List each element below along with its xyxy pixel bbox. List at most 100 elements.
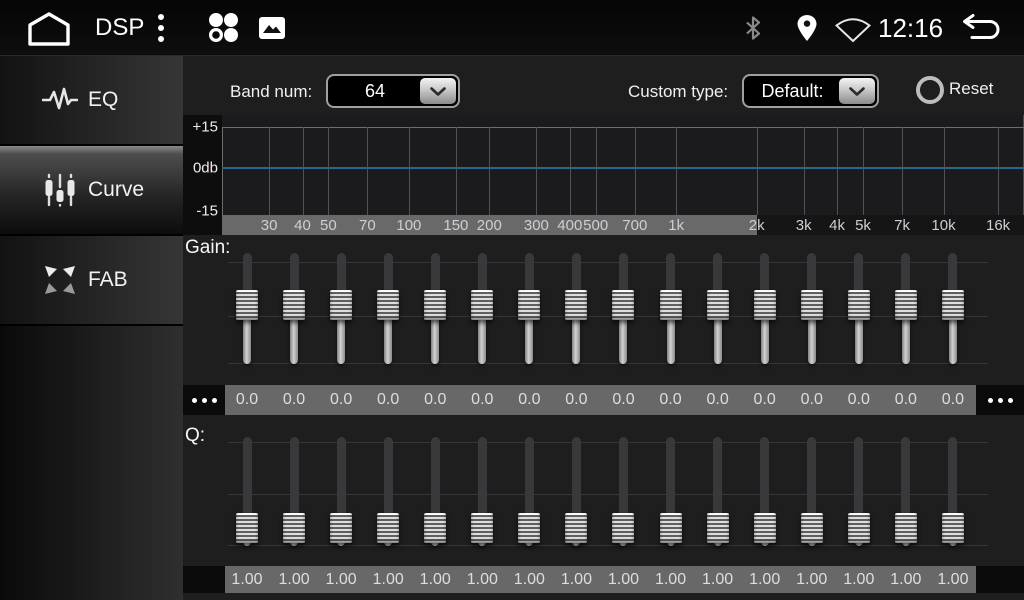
q-value: 1.00 [702,566,733,593]
wifi-icon[interactable] [834,16,872,43]
q-slider-thumb[interactable] [236,513,258,543]
apps-clover-icon[interactable] [204,10,242,46]
band-num-dropdown[interactable]: 64 [326,74,460,108]
home-icon[interactable] [24,10,74,48]
gain-value: 0.0 [424,385,446,415]
gain-values-row: 0.00.00.00.00.00.00.00.00.00.00.00.00.00… [225,385,976,415]
y-axis-label: -15 [183,203,218,220]
gain-slider-thumb[interactable] [942,290,964,320]
freq-tick-label: 2k [749,215,765,235]
q-slider-thumb[interactable] [612,513,634,543]
grid-line [303,127,304,215]
gain-value: 0.0 [565,385,587,415]
custom-type-dropdown[interactable]: Default: [742,74,879,108]
freq-tick-label: 4k [829,215,845,235]
sidebar-item-eq[interactable]: EQ [0,56,183,146]
eq-curve-plot[interactable] [222,127,1024,215]
sidebar-filler [0,326,183,600]
gain-slider-thumb[interactable] [565,290,587,320]
q-slider-thumb[interactable] [895,513,917,543]
freq-tick-label: 16k [986,215,1010,235]
location-icon[interactable] [795,14,819,42]
gain-slider-thumb[interactable] [424,290,446,320]
q-slider-thumb[interactable] [471,513,493,543]
q-more-left-button[interactable] [183,566,225,593]
q-slider-thumb[interactable] [754,513,776,543]
freq-tick-label: 5k [855,215,871,235]
q-slider-thumb[interactable] [660,513,682,543]
back-return-icon[interactable] [956,13,1004,43]
gain-value: 0.0 [377,385,399,415]
grid-line [489,127,490,215]
freq-tick-label: 100 [396,215,421,235]
q-value: 1.00 [843,566,874,593]
sliders-icon [42,172,78,208]
gain-more-left-button[interactable] [183,385,225,415]
q-value: 1.00 [937,566,968,593]
q-slider-thumb[interactable] [330,513,352,543]
waveform-icon [42,82,78,118]
sidebar-item-label: FAB [88,268,128,292]
grid-line [804,127,805,215]
grid-line [570,127,571,215]
graph-y-axis: +15 0db -15 [183,115,222,235]
gain-value: 0.0 [848,385,870,415]
q-value: 1.00 [608,566,639,593]
q-slider-thumb[interactable] [424,513,446,543]
freq-tick-label: 40 [294,215,311,235]
kebab-menu-icon[interactable] [158,14,164,42]
chevron-down-icon[interactable] [839,78,875,104]
sidebar-item-fab[interactable]: FAB [0,236,183,326]
chevron-down-icon[interactable] [420,78,456,104]
q-values-row: 1.001.001.001.001.001.001.001.001.001.00… [225,566,976,593]
custom-type-label: Custom type: [628,75,728,109]
bluetooth-icon[interactable] [742,15,764,41]
gain-slider-thumb[interactable] [283,290,305,320]
q-value: 1.00 [514,566,545,593]
plot-top-border [222,127,1024,128]
gain-slider-thumb[interactable] [471,290,493,320]
gain-slider-thumb[interactable] [518,290,540,320]
q-slider-thumb[interactable] [801,513,823,543]
gain-value: 0.0 [283,385,305,415]
gain-slider-thumb[interactable] [895,290,917,320]
q-slider-thumb[interactable] [377,513,399,543]
gain-slider-thumb[interactable] [848,290,870,320]
q-value: 1.00 [467,566,498,593]
grid-line [536,127,537,215]
freq-tick-label: 700 [622,215,647,235]
gain-slider-thumb[interactable] [377,290,399,320]
gain-value: 0.0 [330,385,352,415]
y-axis-label: +15 [183,119,218,136]
q-slider-thumb[interactable] [848,513,870,543]
reset-radio-button[interactable] [916,76,944,104]
gain-value: 0.0 [754,385,776,415]
q-more-right-button[interactable] [976,566,1024,593]
gain-slider-thumb[interactable] [660,290,682,320]
gain-slider-thumb[interactable] [330,290,352,320]
freq-tick-label: 3k [796,215,812,235]
sidebar-item-curve[interactable]: Curve [0,146,183,236]
q-slider-thumb[interactable] [283,513,305,543]
q-slider-thumb[interactable] [518,513,540,543]
gallery-icon[interactable] [258,16,286,40]
grid-line [456,127,457,215]
grid-line [998,127,999,215]
freq-tick-label: 70 [359,215,376,235]
freq-tick-label: 150 [443,215,468,235]
gain-slider-thumb[interactable] [707,290,729,320]
gain-more-right-button[interactable] [976,385,1024,415]
grid-line [863,127,864,215]
gain-slider-thumb[interactable] [801,290,823,320]
zero-db-curve-line [222,167,1024,169]
q-slider-thumb[interactable] [707,513,729,543]
gain-slider-thumb[interactable] [612,290,634,320]
gain-value: 0.0 [518,385,540,415]
gain-slider-thumb[interactable] [754,290,776,320]
q-slider-thumb[interactable] [942,513,964,543]
q-slider-thumb[interactable] [565,513,587,543]
freq-tick-label: 10k [931,215,955,235]
q-value: 1.00 [655,566,686,593]
grid-line [944,127,945,215]
gain-slider-thumb[interactable] [236,290,258,320]
